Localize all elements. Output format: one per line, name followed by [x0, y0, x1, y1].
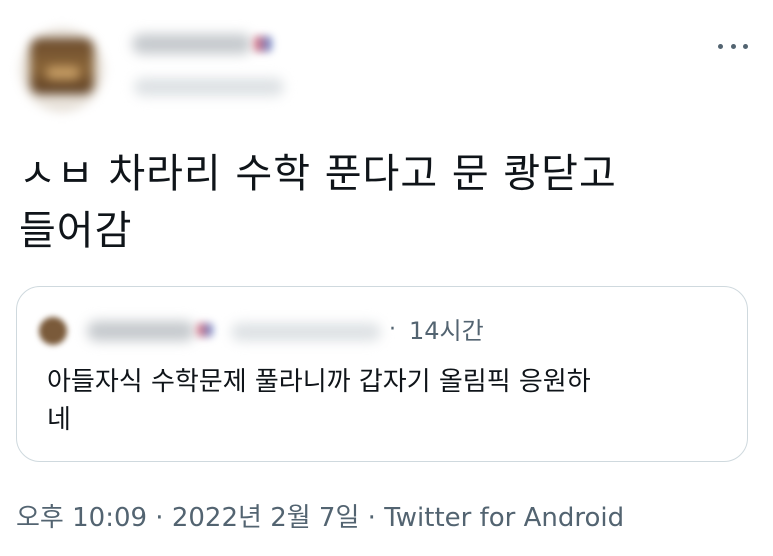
quoted-author-avatar-blurred: [39, 317, 67, 345]
author-info[interactable]: [132, 34, 302, 104]
quoted-timestamp[interactable]: 14시간: [409, 314, 484, 348]
quoted-tweet[interactable]: · 14시간 아들자식 수학문제 풀라니까 갑자기 올림픽 응원하 네: [16, 286, 748, 462]
tweet-meta: 오후 10:09 · 2022년 2월 7일 · Twitter for And…: [16, 498, 624, 538]
quoted-author-handle-blurred: [231, 323, 381, 341]
author-flag-emoji-blurred: [254, 36, 272, 52]
more-horizontal-icon: [718, 43, 723, 49]
author-avatar[interactable]: [20, 28, 104, 112]
author-handle-blurred[interactable]: [134, 78, 284, 96]
tweet-text: ㅅㅂ 차라리 수학 푼다고 문 쾅닫고 들어감: [19, 151, 617, 254]
quoted-author-name-blurred: [87, 321, 195, 341]
meta-separator: ·: [359, 503, 385, 533]
tweet-time[interactable]: 오후 10:09: [16, 503, 147, 533]
meta-separator: ·: [147, 503, 172, 533]
quoted-tweet-text: 아들자식 수학문제 풀라니까 갑자기 올림픽 응원하 네: [47, 367, 591, 435]
author-display-name-blurred[interactable]: [132, 34, 252, 54]
tweet-card: ㅅㅂ 차라리 수학 푼다고 문 쾅닫고 들어감 · 14시간 아들자식 수학문제…: [0, 0, 773, 556]
tweet-date[interactable]: 2022년 2월 7일: [172, 503, 360, 533]
quoted-author-flag-emoji-blurred: [197, 323, 213, 337]
quoted-separator: ·: [389, 317, 396, 342]
more-options-button[interactable]: [718, 36, 748, 56]
tweet-source-link[interactable]: Twitter for Android: [384, 503, 624, 533]
